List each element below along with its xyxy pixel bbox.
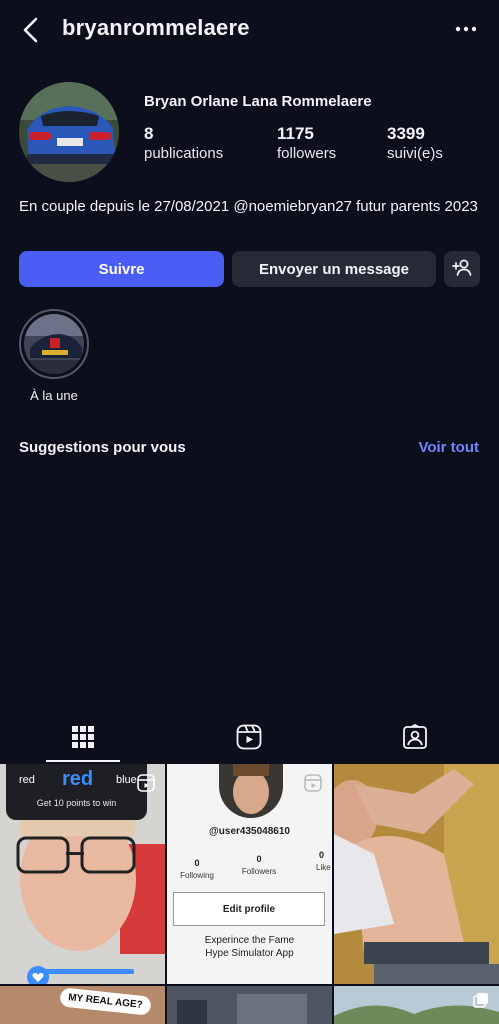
post-thumbnail[interactable] [334, 986, 499, 1024]
stat-followers[interactable]: 1175 followers [277, 124, 336, 164]
heart-icon [27, 966, 49, 984]
option-center: red [62, 768, 94, 790]
game-caption: Get 10 points to win [36, 798, 117, 808]
profile-username: bryanrommelaere [62, 15, 250, 40]
edit-profile-box: Edit profile [173, 892, 325, 926]
stat-following[interactable]: 3399 suivi(e)s [387, 124, 443, 164]
see-all-link[interactable]: Voir tout [418, 439, 479, 456]
back-arrow-icon[interactable] [20, 16, 44, 44]
filter-game-banner: red red blue Get 10 points to win [6, 764, 147, 820]
post-badge-text: MY REAL AGE? [59, 987, 152, 1016]
highlight-label: À la une [30, 388, 78, 403]
grid-icon [71, 725, 95, 754]
post-footer-line: Experince the Fame [204, 935, 295, 946]
tab-reels[interactable] [166, 716, 332, 762]
reels-icon [236, 724, 262, 755]
tab-posts[interactable] [0, 716, 166, 762]
post-stat-label: Following [180, 871, 214, 880]
post-stat-value: 0 [194, 858, 200, 868]
profile-photo [219, 764, 283, 818]
stat-label: publications [144, 145, 224, 162]
option-left: red [19, 774, 35, 786]
add-person-button[interactable] [444, 251, 480, 287]
highlight-cover [19, 309, 89, 379]
post-stat-value: 0 [256, 854, 262, 864]
reel-badge-icon [137, 774, 155, 797]
option-right: blue [116, 774, 137, 786]
active-tab-indicator [46, 760, 120, 762]
stat-label: suivi(e)s [387, 145, 443, 162]
stat-value: 8 [144, 124, 154, 143]
post-footer-text: Experince the Fame Hype Simulator App [167, 934, 332, 960]
post-thumbnail[interactable] [167, 986, 332, 1024]
post-stat: 0 Following [177, 858, 217, 880]
tagged-icon [402, 723, 428, 755]
post-thumbnail[interactable]: red red blue Get 10 points to win [0, 764, 165, 984]
post-stat: 0 Followers [239, 854, 279, 876]
post-stat-label: Followers [241, 867, 277, 876]
post-thumbnail[interactable]: MY REAL AGE? [0, 986, 165, 1024]
post-thumbnail[interactable] [334, 764, 499, 984]
posts-grid: red red blue Get 10 points to win @user4… [0, 764, 499, 1024]
follow-button[interactable]: Suivre [19, 251, 224, 287]
top-bar: bryanrommelaere [0, 0, 499, 60]
suggestions-title: Suggestions pour vous [19, 439, 186, 456]
avatar[interactable] [19, 82, 119, 182]
add-person-icon [452, 258, 472, 280]
message-button[interactable]: Envoyer un message [232, 251, 436, 287]
post-thumbnail[interactable]: @user435048610 0 Following 0 Followers 0… [167, 764, 332, 984]
multi-post-icon [473, 992, 489, 1013]
content-tabs [0, 716, 499, 762]
more-dots-icon[interactable] [452, 18, 480, 40]
stat-publications[interactable]: 8 publications [144, 124, 223, 164]
stat-value: 3399 [387, 124, 425, 143]
post-handle: @user435048610 [209, 826, 290, 837]
tab-tagged[interactable] [332, 716, 498, 762]
full-name: Bryan Orlane Lana Rommelaere [144, 93, 372, 110]
profile-bio: En couple depuis le 27/08/2021 @noemiebr… [19, 198, 478, 215]
stat-label: followers [277, 145, 337, 162]
post-stat: 0 Like [312, 850, 332, 872]
post-footer-line: Hype Simulator App [205, 948, 294, 959]
stat-value: 1175 [277, 124, 314, 143]
story-highlight[interactable]: À la une [16, 309, 92, 403]
post-stat-value: 0 [319, 850, 325, 860]
reel-badge-icon [304, 774, 322, 797]
post-stat-label: Like [316, 863, 331, 872]
